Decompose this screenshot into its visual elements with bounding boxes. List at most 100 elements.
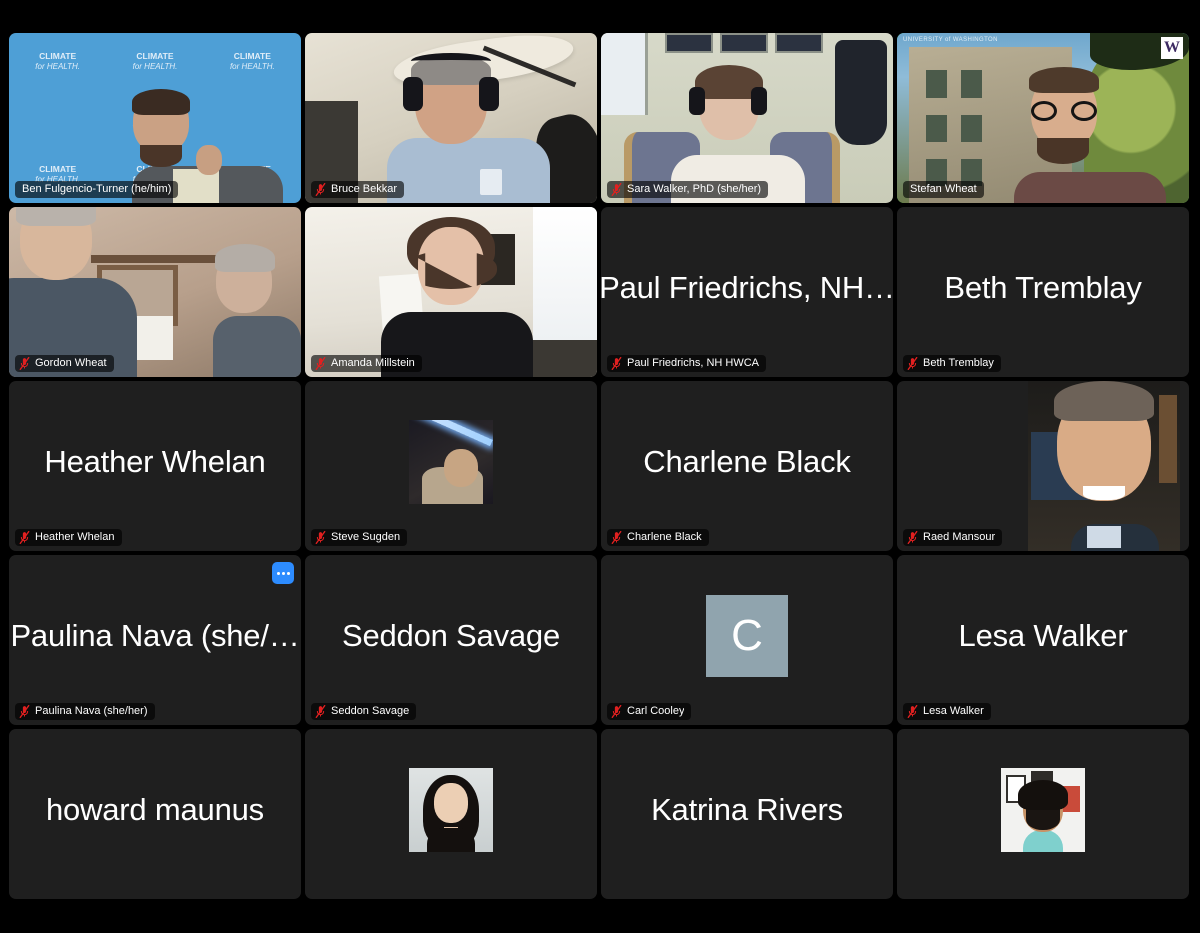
- video-feed: [601, 33, 893, 203]
- window: [601, 33, 648, 115]
- participant-tile-charlene-black[interactable]: Charlene Black Charlene Black: [601, 381, 893, 551]
- mute-icon: [315, 705, 326, 718]
- avatar: [897, 729, 1189, 899]
- name-badge: Ben Fulgencio-Turner (he/him): [15, 181, 179, 198]
- participant-tile-howard-maunus[interactable]: howard maunus: [9, 729, 301, 899]
- participant-tile-beth-tremblay[interactable]: Beth Tremblay Beth Tremblay: [897, 207, 1189, 377]
- headphone-left: [403, 77, 423, 112]
- participant-tile-lesa-walker[interactable]: Lesa Walker Lesa Walker: [897, 555, 1189, 725]
- bg-line2: for HEALTH.: [35, 62, 81, 72]
- name-badge: Steve Sugden: [311, 529, 408, 546]
- mute-icon: [611, 705, 622, 718]
- name-badge: Bruce Bekkar: [311, 181, 405, 198]
- participant-name: Bruce Bekkar: [331, 183, 398, 195]
- person-hair: [15, 207, 96, 226]
- participant-name: Seddon Savage: [331, 705, 410, 717]
- id-badge: [480, 169, 503, 195]
- participant-tile-carl-cooley[interactable]: C Carl Cooley: [601, 555, 893, 725]
- name-badge: Seddon Savage: [311, 703, 417, 720]
- participant-name: Steve Sugden: [331, 531, 401, 543]
- headphone-band: [411, 53, 491, 69]
- participant-placeholder-name: Charlene Black: [643, 444, 851, 479]
- mute-icon: [315, 357, 326, 370]
- video-feed: [9, 207, 301, 377]
- name-badge: Sara Walker, PhD (she/her): [607, 181, 769, 198]
- uw-logo-watermark: W: [1161, 37, 1183, 59]
- participant-tile-row5-col2[interactable]: [305, 729, 597, 899]
- wall-frames: [665, 33, 823, 54]
- person-beard: [1036, 138, 1089, 165]
- participant-tile-raed-mansour[interactable]: Raed Mansour: [897, 381, 1189, 551]
- person-hand: [195, 145, 222, 176]
- avatar-initial: C: [706, 595, 788, 677]
- participant-placeholder-name: Heather Whelan: [44, 444, 266, 479]
- participant-placeholder-name: Paulina Nava (she/…: [10, 618, 300, 653]
- participant-name: Sara Walker, PhD (she/her): [627, 183, 762, 195]
- headset-left: [689, 87, 706, 116]
- avatar-face: [434, 783, 468, 824]
- bg-line1: CLIMATE: [39, 50, 77, 61]
- name-badge: Heather Whelan: [15, 529, 122, 546]
- participant-tile-katrina-rivers[interactable]: Katrina Rivers: [601, 729, 893, 899]
- participant-tile-seddon-savage[interactable]: Seddon Savage Seddon Savage: [305, 555, 597, 725]
- avatar: [305, 729, 597, 899]
- participant-name: Ben Fulgencio-Turner (he/him): [22, 183, 172, 195]
- dot: [286, 571, 290, 575]
- headset-right: [751, 87, 768, 116]
- headphone-right: [479, 77, 499, 112]
- participant-name: Raed Mansour: [923, 531, 996, 543]
- participant-tile-sara-walker[interactable]: Sara Walker, PhD (she/her): [601, 33, 893, 203]
- dot: [281, 571, 285, 575]
- participant-tile-paul-friedrichs[interactable]: Paul Friedrichs, NH… Paul Friedrichs, NH…: [601, 207, 893, 377]
- participant-name: Carl Cooley: [627, 705, 685, 717]
- name-badge: Carl Cooley: [607, 703, 692, 720]
- video-feed: CLIMATE for HEALTH. CLIMATE for HEALTH. CL…: [9, 33, 301, 203]
- mute-icon: [611, 531, 622, 544]
- participant-tile-paulina-nava[interactable]: Paulina Nava (she/… Paulina Nava (she/he…: [9, 555, 301, 725]
- avatar: [305, 381, 597, 551]
- participant-tile-row5-col4[interactable]: [897, 729, 1189, 899]
- participant-tile-gordon-wheat[interactable]: Gordon Wheat: [9, 207, 301, 377]
- name-badge: Raed Mansour: [903, 529, 1003, 546]
- person-body: [1013, 172, 1166, 203]
- participant-name: Stefan Wheat: [910, 183, 977, 195]
- participant-placeholder-name: Paul Friedrichs, NH…: [601, 270, 893, 305]
- eyeglasses: [1030, 101, 1097, 121]
- participant-name: Lesa Walker: [923, 705, 984, 717]
- background-caption: UNIVERSITY of WASHINGTON: [903, 37, 998, 43]
- participant-name: Gordon Wheat: [35, 357, 107, 369]
- mute-icon: [315, 531, 326, 544]
- wood-panel: [1159, 394, 1178, 483]
- participant-tile-steve-sugden[interactable]: Steve Sugden: [305, 381, 597, 551]
- participant-tile-bruce-bekkar[interactable]: Bruce Bekkar: [305, 33, 597, 203]
- participant-tile-stefan-wheat[interactable]: UNIVERSITY of WASHINGTON W Stefan Wheat: [897, 33, 1189, 203]
- avatar-beard: [1026, 808, 1060, 831]
- person-hair: [132, 89, 190, 116]
- participant-name: Heather Whelan: [35, 531, 115, 543]
- avatar-photo: [1001, 768, 1085, 852]
- gallery-view-grid: CLIMATE for HEALTH. CLIMATE for HEALTH. CL…: [9, 33, 1191, 933]
- participant-tile-amanda-millstein[interactable]: Amanda Millstein: [305, 207, 597, 377]
- avatar-hair: [1054, 381, 1155, 421]
- second-person-body: [213, 315, 301, 377]
- name-badge: Gordon Wheat: [15, 355, 114, 372]
- participant-tile-heather-whelan[interactable]: Heather Whelan Heather Whelan: [9, 381, 301, 551]
- video-feed: UNIVERSITY of WASHINGTON W: [897, 33, 1189, 203]
- name-badge: Lesa Walker: [903, 703, 991, 720]
- mute-icon: [19, 531, 30, 544]
- mute-icon: [19, 357, 30, 370]
- mute-icon: [907, 705, 918, 718]
- participant-tile-ben-fulgencio-turner[interactable]: CLIMATE for HEALTH. CLIMATE for HEALTH. CL…: [9, 33, 301, 203]
- avatar: C: [601, 555, 893, 725]
- name-badge: Paul Friedrichs, NH HWCA: [607, 355, 767, 372]
- more-options-button[interactable]: [272, 562, 294, 584]
- mute-icon: [611, 183, 622, 196]
- participant-placeholder-name: howard maunus: [46, 792, 264, 827]
- participant-name: Paulina Nava (she/her): [35, 705, 148, 717]
- person-beard: [140, 145, 182, 168]
- avatar-hair: [1018, 779, 1068, 810]
- video-feed: [305, 207, 597, 377]
- window: [532, 207, 597, 340]
- avatar-face: [444, 448, 479, 487]
- participant-name: Beth Tremblay: [923, 357, 994, 369]
